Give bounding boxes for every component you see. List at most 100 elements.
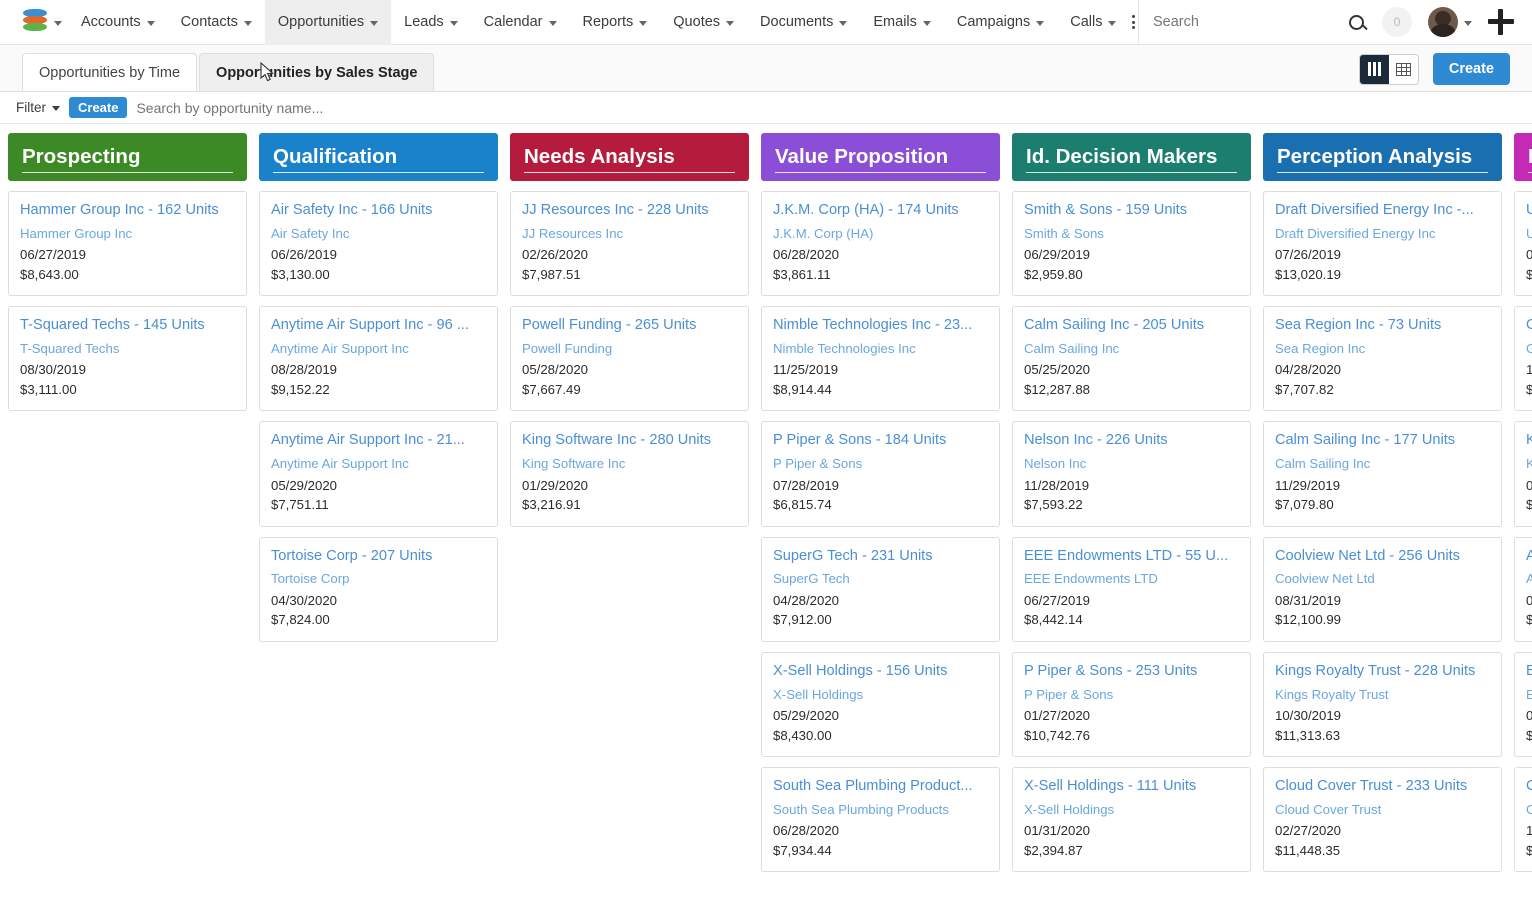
opportunity-name-link[interactable]: Tortoise Corp - 207 Units bbox=[271, 547, 486, 567]
opportunity-name-link[interactable]: Anytime Air Support Inc - 21... bbox=[271, 431, 486, 451]
tab-opportunities-by-time[interactable]: Opportunities by Time bbox=[22, 53, 198, 91]
account-name-link[interactable]: South Sea Plumbing Products bbox=[773, 801, 988, 819]
opportunity-card[interactable]: UU 01 $9 bbox=[1514, 191, 1532, 297]
chevron-down-icon[interactable] bbox=[1036, 20, 1045, 26]
filter-create-button[interactable]: Create bbox=[69, 97, 128, 118]
nav-item-reports[interactable]: Reports bbox=[570, 0, 661, 45]
app-logo[interactable] bbox=[0, 9, 68, 35]
chevron-down-icon[interactable] bbox=[449, 20, 458, 26]
opportunity-name-link[interactable]: K bbox=[1526, 431, 1532, 451]
opportunity-name-link[interactable]: X-Sell Holdings - 111 Units bbox=[1024, 777, 1239, 797]
opportunity-name-link[interactable]: Kings Royalty Trust - 228 Units bbox=[1275, 662, 1490, 682]
account-name-link[interactable]: Smith & Sons bbox=[1024, 225, 1239, 243]
opportunity-card[interactable]: Sea Region Inc - 73 Units Sea Region Inc 0… bbox=[1263, 306, 1502, 412]
filter-dropdown[interactable]: Filter bbox=[16, 100, 60, 115]
account-name-link[interactable]: P Piper & Sons bbox=[1024, 686, 1239, 704]
nav-item-campaigns[interactable]: Campaigns bbox=[944, 0, 1057, 45]
account-name-link[interactable]: Calm Sailing Inc bbox=[1024, 340, 1239, 358]
opportunity-name-link[interactable]: King Software Inc - 280 Units bbox=[522, 431, 737, 451]
account-name-link[interactable]: Kings Royalty Trust bbox=[1275, 686, 1490, 704]
user-menu[interactable] bbox=[1428, 7, 1472, 37]
opportunity-card[interactable]: P Piper & Sons - 253 Units P Piper & Sons… bbox=[1012, 651, 1251, 758]
account-name-link[interactable]: Cloud Cover Trust bbox=[1275, 801, 1490, 819]
account-name-link[interactable]: Nelson Inc bbox=[1024, 455, 1239, 473]
chevron-down-icon[interactable] bbox=[146, 20, 155, 26]
create-button[interactable]: Create bbox=[1432, 53, 1510, 85]
search-icon[interactable] bbox=[1349, 14, 1364, 30]
opportunity-name-link[interactable]: Smith & Sons - 159 Units bbox=[1024, 201, 1239, 221]
nav-item-documents[interactable]: Documents bbox=[747, 0, 860, 45]
opportunity-card[interactable]: Coolview Net Ltd - 256 Units Coolview Net… bbox=[1263, 536, 1502, 642]
nav-item-calendar[interactable]: Calendar bbox=[471, 0, 570, 45]
account-name-link[interactable]: X-Sell Holdings bbox=[773, 686, 988, 704]
opportunity-card[interactable]: King Software Inc - 280 Units King Softwa… bbox=[510, 421, 749, 527]
opportunity-card[interactable]: Air Safety Inc - 166 Units Air Safety Inc… bbox=[259, 191, 498, 297]
more-menu-icon[interactable] bbox=[1129, 0, 1138, 45]
chevron-down-icon[interactable] bbox=[839, 20, 848, 26]
opportunity-name-link[interactable]: SuperG Tech - 231 Units bbox=[773, 547, 988, 567]
nav-item-opportunities[interactable]: Opportunities bbox=[264, 0, 392, 45]
account-name-link[interactable]: Draft Diversified Energy Inc bbox=[1275, 225, 1490, 243]
account-name-link[interactable]: A bbox=[1526, 570, 1532, 588]
account-name-link[interactable]: Sea Region Inc bbox=[1275, 340, 1490, 358]
account-name-link[interactable]: J.K.M. Corp (HA) bbox=[773, 225, 988, 243]
opportunity-card[interactable]: AA 08 $4 bbox=[1514, 536, 1532, 642]
opportunity-card[interactable]: P Piper & Sons - 184 Units P Piper & Sons… bbox=[761, 421, 1000, 527]
opportunity-name-link[interactable]: Sea Region Inc - 73 Units bbox=[1275, 316, 1490, 336]
chevron-down-icon[interactable] bbox=[922, 20, 931, 26]
opportunity-name-link[interactable]: EEE Endowments LTD - 55 U... bbox=[1024, 547, 1239, 567]
opportunity-card[interactable]: E El 04 $1 bbox=[1514, 651, 1532, 758]
account-name-link[interactable]: SuperG Tech bbox=[773, 570, 988, 588]
account-name-link[interactable]: Anytime Air Support Inc bbox=[271, 455, 486, 473]
opportunity-card[interactable]: Calm Sailing Inc - 205 Units Calm Sailing… bbox=[1012, 306, 1251, 412]
opportunity-name-link[interactable]: Cloud Cover Trust - 233 Units bbox=[1275, 777, 1490, 797]
account-name-link[interactable]: C bbox=[1526, 801, 1532, 819]
chevron-down-icon[interactable] bbox=[243, 20, 252, 26]
opportunity-card[interactable]: T-Squared Techs - 145 Units T-Squared Tec… bbox=[8, 306, 247, 412]
chevron-down-icon[interactable] bbox=[726, 20, 735, 26]
opportunity-name-link[interactable]: C bbox=[1526, 777, 1532, 797]
opportunity-name-link[interactable]: Hammer Group Inc - 162 Units bbox=[20, 201, 235, 221]
opportunity-name-link[interactable]: JJ Resources Inc - 228 Units bbox=[522, 201, 737, 221]
opportunity-name-link[interactable]: Nimble Technologies Inc - 23... bbox=[773, 316, 988, 336]
opportunity-search-input[interactable] bbox=[136, 99, 1516, 116]
chevron-down-icon[interactable] bbox=[54, 20, 62, 26]
nav-item-accounts[interactable]: Accounts bbox=[68, 0, 168, 45]
opportunity-name-link[interactable]: Calm Sailing Inc - 177 Units bbox=[1275, 431, 1490, 451]
nav-item-contacts[interactable]: Contacts bbox=[168, 0, 265, 45]
opportunity-card[interactable]: SuperG Tech - 231 Units SuperG Tech 04/28/… bbox=[761, 536, 1000, 642]
table-view-toggle[interactable] bbox=[1388, 54, 1418, 84]
account-name-link[interactable]: Hammer Group Inc bbox=[20, 225, 235, 243]
opportunity-card[interactable]: Nelson Inc - 226 Units Nelson Inc 11/28/20… bbox=[1012, 421, 1251, 527]
opportunity-card[interactable]: Draft Diversified Energy Inc -... Draft D… bbox=[1263, 191, 1502, 297]
account-name-link[interactable]: P Piper & Sons bbox=[773, 455, 988, 473]
account-name-link[interactable]: Air Safety Inc bbox=[271, 225, 486, 243]
opportunity-card[interactable]: EEE Endowments LTD - 55 U... EEE Endowmen… bbox=[1012, 536, 1251, 642]
opportunity-card[interactable]: Kings Royalty Trust - 228 Units Kings Roy… bbox=[1263, 651, 1502, 758]
chevron-down-icon[interactable] bbox=[1464, 20, 1472, 26]
opportunity-name-link[interactable]: Anytime Air Support Inc - 96 ... bbox=[271, 316, 486, 336]
chevron-down-icon[interactable] bbox=[548, 20, 557, 26]
quick-create-icon[interactable] bbox=[1488, 9, 1514, 35]
opportunity-name-link[interactable]: J.K.M. Corp (HA) - 174 Units bbox=[773, 201, 988, 221]
account-name-link[interactable]: Coolview Net Ltd bbox=[1275, 570, 1490, 588]
opportunity-card[interactable]: JJ Resources Inc - 228 Units JJ Resources… bbox=[510, 191, 749, 297]
tab-opportunities-by-sales-stage[interactable]: Opportunities by Sales Stage bbox=[199, 53, 435, 91]
opportunity-name-link[interactable]: P Piper & Sons - 184 Units bbox=[773, 431, 988, 451]
opportunity-name-link[interactable]: Powell Funding - 265 Units bbox=[522, 316, 737, 336]
opportunity-card[interactable]: Hammer Group Inc - 162 Units Hammer Group… bbox=[8, 191, 247, 297]
opportunity-name-link[interactable]: Coolview Net Ltd - 256 Units bbox=[1275, 547, 1490, 567]
opportunity-name-link[interactable]: Nelson Inc - 226 Units bbox=[1024, 431, 1239, 451]
opportunity-name-link[interactable]: G bbox=[1526, 316, 1532, 336]
opportunity-name-link[interactable]: P Piper & Sons - 253 Units bbox=[1024, 662, 1239, 682]
account-name-link[interactable]: Tortoise Corp bbox=[271, 570, 486, 588]
account-name-link[interactable]: EEE Endowments LTD bbox=[1024, 570, 1239, 588]
account-name-link[interactable]: Calm Sailing Inc bbox=[1275, 455, 1490, 473]
account-name-link[interactable]: King Software Inc bbox=[522, 455, 737, 473]
opportunity-card[interactable]: Powell Funding - 265 Units Powell Funding… bbox=[510, 306, 749, 412]
account-name-link[interactable]: T-Squared Techs bbox=[20, 340, 235, 358]
account-name-link[interactable]: Nimble Technologies Inc bbox=[773, 340, 988, 358]
opportunity-card[interactable]: Calm Sailing Inc - 177 Units Calm Sailing… bbox=[1263, 421, 1502, 527]
opportunity-card[interactable]: Tortoise Corp - 207 Units Tortoise Corp 04… bbox=[259, 536, 498, 642]
account-name-link[interactable]: U bbox=[1526, 225, 1532, 243]
